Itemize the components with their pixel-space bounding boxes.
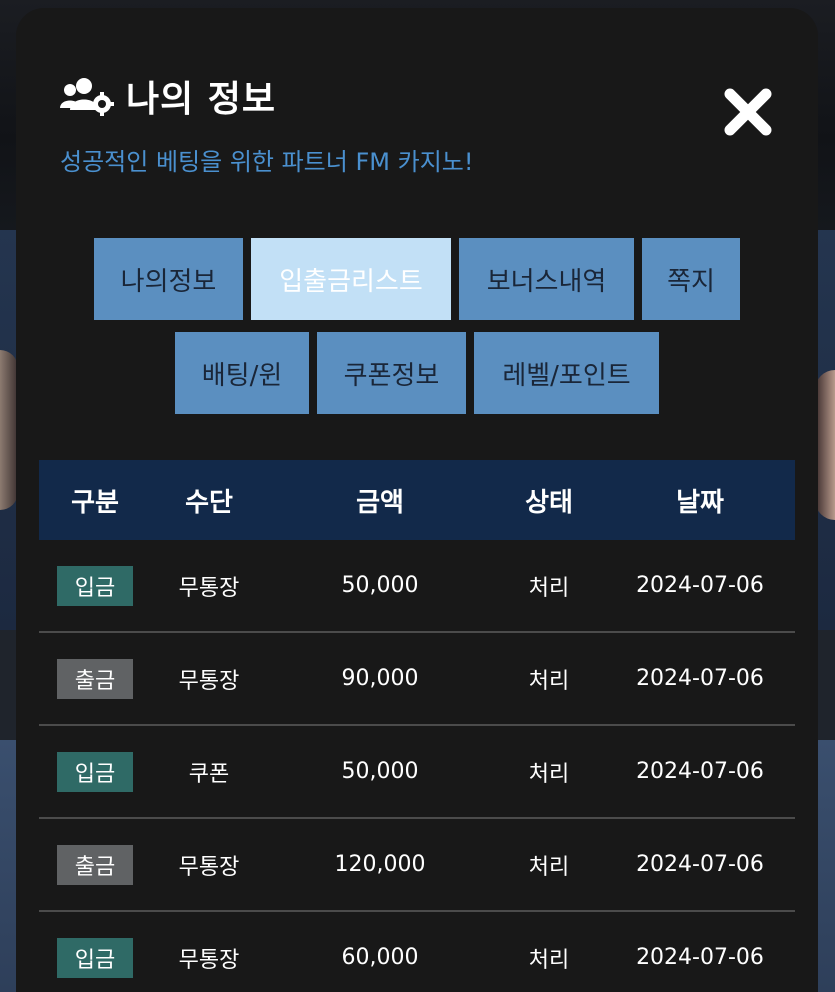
header-type: 구분	[71, 487, 119, 518]
type-cell: 입금	[39, 751, 151, 792]
close-button[interactable]	[718, 82, 778, 142]
method-cell: 무통장	[178, 575, 240, 601]
method-cell: 무통장	[178, 854, 240, 880]
transaction-table: 구분 수단 금액 상태 날짜 입금 무통장 50,000 처리 2024-07-…	[39, 460, 795, 992]
page-title: 나의 정보	[126, 79, 277, 120]
table-header: 구분 수단 금액 상태 날짜	[39, 460, 795, 540]
table-row: 입금 무통장 50,000 처리 2024-07-06	[39, 540, 795, 633]
method-cell: 무통장	[178, 668, 240, 694]
table-row: 입금 쿠폰 50,000 처리 2024-07-06	[39, 726, 795, 819]
header-method: 수단	[185, 487, 233, 518]
tab-row-2: 배팅/윈 쿠폰정보 레벨/포인트	[16, 332, 818, 414]
page-subtitle: 성공적인 베팅을 위한 파트너 FM 카지노!	[60, 148, 474, 176]
method-cell: 쿠폰	[188, 761, 230, 787]
type-cell: 입금	[39, 937, 151, 978]
amount-cell: 50,000	[341, 759, 419, 784]
tab-coupon-info[interactable]: 쿠폰정보	[317, 332, 466, 414]
tab-my-info[interactable]: 나의정보	[94, 238, 243, 320]
tab-betting-win[interactable]: 배팅/윈	[175, 332, 309, 414]
tab-row-1: 나의정보 입출금리스트 보너스내역 쪽지	[16, 238, 818, 320]
modal-header: 나의 정보 성공적인 베팅을 위한 파트너 FM 카지노!	[60, 70, 473, 177]
type-badge: 출금	[57, 658, 133, 699]
status-cell: 처리	[528, 668, 570, 694]
amount-cell: 90,000	[341, 666, 419, 691]
type-badge: 입금	[57, 937, 133, 978]
type-badge: 입금	[57, 751, 133, 792]
table-row: 출금 무통장 120,000 처리 2024-07-06	[39, 819, 795, 912]
amount-cell: 120,000	[334, 852, 426, 877]
background-figure-right	[815, 370, 835, 520]
tab-deposit-withdraw-list[interactable]: 입출금리스트	[251, 238, 451, 320]
date-cell: 2024-07-06	[636, 666, 764, 691]
header-amount: 금액	[356, 487, 404, 518]
header-date: 날짜	[676, 487, 724, 518]
amount-cell: 60,000	[341, 945, 419, 970]
type-cell: 출금	[39, 658, 151, 699]
method-cell: 무통장	[178, 947, 240, 973]
type-badge: 출금	[57, 844, 133, 885]
users-gear-icon	[60, 76, 116, 116]
type-cell: 출금	[39, 844, 151, 885]
close-icon	[724, 88, 772, 136]
title-row: 나의 정보	[60, 70, 473, 122]
tab-messages[interactable]: 쪽지	[642, 238, 740, 320]
type-cell: 입금	[39, 565, 151, 606]
date-cell: 2024-07-06	[636, 759, 764, 784]
header-status: 상태	[525, 487, 573, 518]
date-cell: 2024-07-06	[636, 573, 764, 598]
type-badge: 입금	[57, 565, 133, 606]
status-cell: 처리	[528, 575, 570, 601]
date-cell: 2024-07-06	[636, 945, 764, 970]
status-cell: 처리	[528, 761, 570, 787]
amount-cell: 50,000	[341, 573, 419, 598]
tab-level-points[interactable]: 레벨/포인트	[474, 332, 659, 414]
date-cell: 2024-07-06	[636, 852, 764, 877]
table-row: 입금 무통장 60,000 처리 2024-07-06	[39, 912, 795, 992]
my-info-modal: 나의 정보 성공적인 베팅을 위한 파트너 FM 카지노! 나의정보 입출금리스…	[16, 8, 818, 992]
status-cell: 처리	[528, 854, 570, 880]
table-row: 출금 무통장 90,000 처리 2024-07-06	[39, 633, 795, 726]
tab-bonus-history[interactable]: 보너스내역	[459, 238, 634, 320]
status-cell: 처리	[528, 947, 570, 973]
tab-bar: 나의정보 입출금리스트 보너스내역 쪽지 배팅/윈 쿠폰정보 레벨/포인트	[16, 238, 818, 426]
